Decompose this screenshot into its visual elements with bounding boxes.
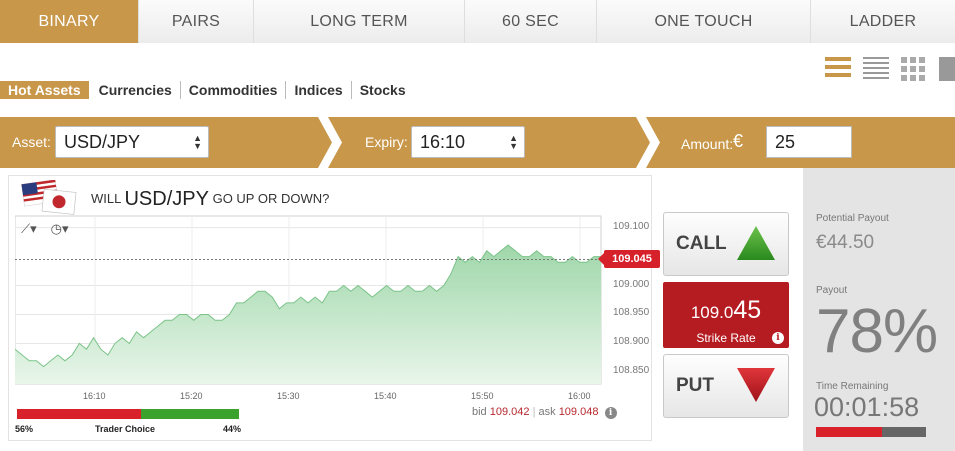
y-tick-label: 109.100 — [613, 220, 650, 232]
usd-jpy-flag-icon — [21, 180, 77, 215]
trade-question: WILL USD/JPY GO UP OR DOWN? — [91, 188, 329, 211]
time-remaining-bar — [816, 427, 926, 437]
view-switcher — [825, 57, 955, 81]
asset-select[interactable]: USD/JPY ▲ ▼ — [55, 126, 209, 158]
bid-label: bid — [472, 406, 487, 418]
trade-selector-bar: Asset: USD/JPY ▲ ▼ Expiry: 16:10 ▲ ▼ Amoun… — [0, 117, 955, 168]
put-label: PUT — [676, 375, 714, 396]
tab-pairs[interactable]: PAIRS — [139, 0, 254, 43]
question-asset: USD/JPY — [124, 188, 209, 210]
tab-commodities[interactable]: Commodities — [181, 81, 287, 99]
strike-rate-pips: 45 — [733, 296, 762, 324]
select-arrows-icon: ▲ ▼ — [193, 133, 202, 151]
trader-choice-put-pct: 44% — [222, 424, 241, 434]
euro-icon: € — [733, 131, 744, 151]
tab-indices[interactable]: Indices — [286, 81, 352, 99]
tab-hot-assets[interactable]: Hot Assets — [0, 81, 89, 99]
chart-card: WILL USD/JPY GO UP OR DOWN? ⟋▾ ◷▾ 109.10… — [8, 175, 660, 441]
x-tick-label: 15:30 — [277, 391, 300, 401]
chevron-divider-icon — [318, 117, 342, 168]
tab-long-term[interactable]: LONG TERM — [254, 0, 465, 43]
time-remaining-value: 00:01:58 — [814, 392, 920, 422]
asset-label: Asset: — [12, 134, 51, 150]
trader-choice-call-fill — [17, 409, 142, 419]
bid-value: 109.042 — [489, 406, 530, 418]
trader-choice-put-fill — [141, 409, 239, 419]
category-tabs: Hot Assets Currencies Commodities Indice… — [0, 80, 414, 100]
potential-payout-label: Potential Payout — [816, 213, 889, 224]
ask-value: 109.048 — [558, 406, 599, 418]
bid-ask-readout: bid 109.042 | ask 109.048 i — [472, 406, 617, 419]
call-label: CALL — [676, 233, 727, 254]
payout-percent: 78% — [816, 297, 938, 366]
single-view-icon[interactable] — [939, 57, 955, 81]
time-frame-clock-icon[interactable]: ◷▾ — [51, 221, 69, 237]
chart-type-icon[interactable]: ⟋▾ — [21, 221, 37, 237]
y-tick-label: 108.900 — [613, 336, 650, 348]
x-tick-label: 15:20 — [180, 391, 203, 401]
tab-one-touch[interactable]: ONE TOUCH — [597, 0, 811, 43]
strike-rate-main: 109.0 — [690, 303, 734, 322]
amount-label: Amount: — [681, 136, 734, 152]
asset-select-value: USD/JPY — [64, 132, 141, 152]
chevron-divider-icon — [636, 117, 660, 168]
arrow-down-icon — [737, 368, 775, 402]
trader-choice-label: Trader Choice — [95, 424, 156, 434]
amount-input[interactable]: 25 — [766, 126, 852, 158]
current-rate-tag: 109.045 — [598, 250, 660, 269]
tab-ladder[interactable]: LADDER — [811, 0, 955, 43]
y-tick-label: 108.850 — [613, 365, 650, 377]
x-tick-label: 16:00 — [568, 391, 591, 401]
x-tick-label: 15:50 — [471, 391, 494, 401]
info-icon[interactable]: i — [604, 407, 617, 419]
price-chart[interactable]: ⟋▾ ◷▾ 109.100 109.000 108.950 108.900 108.85… — [15, 213, 660, 403]
trader-choice-call-pct: 56% — [15, 424, 34, 434]
strike-rate-box: 109.045 Strike Rate i — [663, 282, 789, 348]
arrow-up-icon — [737, 226, 775, 260]
x-tick-label: 15:40 — [374, 391, 397, 401]
amount-value: 25 — [775, 132, 796, 152]
chart-tools: ⟋▾ ◷▾ — [21, 221, 69, 237]
payout-panel: Potential Payout €44.50 Payout 78% Time … — [803, 168, 955, 451]
tab-60-sec[interactable]: 60 SEC — [465, 0, 597, 43]
select-arrows-icon: ▲ ▼ — [509, 133, 518, 151]
tab-binary[interactable]: BINARY — [0, 0, 139, 43]
question-suffix: GO UP OR DOWN? — [212, 191, 330, 206]
y-tick-label: 109.000 — [613, 278, 650, 290]
put-button[interactable]: PUT — [663, 354, 789, 418]
grid-view-icon[interactable] — [901, 57, 927, 81]
strike-rate-value: 109.045 — [663, 296, 789, 325]
trader-choice-bar — [17, 409, 239, 419]
product-tabs: BINARY PAIRS LONG TERM 60 SEC ONE TOUCH … — [0, 0, 955, 43]
ask-label: ask — [538, 406, 556, 418]
time-remaining-label: Time Remaining — [816, 381, 889, 392]
compact-list-icon[interactable] — [863, 57, 889, 81]
expiry-label: Expiry: — [365, 134, 408, 150]
tab-stocks[interactable]: Stocks — [352, 81, 414, 99]
tab-currencies[interactable]: Currencies — [91, 81, 181, 99]
payout-label: Payout — [816, 285, 848, 296]
x-tick-label: 16:10 — [83, 391, 106, 401]
question-prefix: WILL — [91, 191, 121, 206]
strike-rate-label: Strike Rate — [696, 331, 756, 345]
y-tick-label: 108.950 — [613, 307, 650, 319]
expiry-select-value: 16:10 — [420, 132, 466, 152]
expiry-select[interactable]: 16:10 ▲ ▼ — [411, 126, 525, 158]
time-remaining-fill — [816, 427, 882, 437]
strike-info-icon[interactable]: i — [772, 332, 784, 344]
potential-payout-value: €44.50 — [816, 232, 875, 253]
list-view-icon[interactable] — [825, 57, 851, 81]
price-chart-svg — [15, 215, 602, 385]
call-button[interactable]: CALL — [663, 212, 789, 276]
